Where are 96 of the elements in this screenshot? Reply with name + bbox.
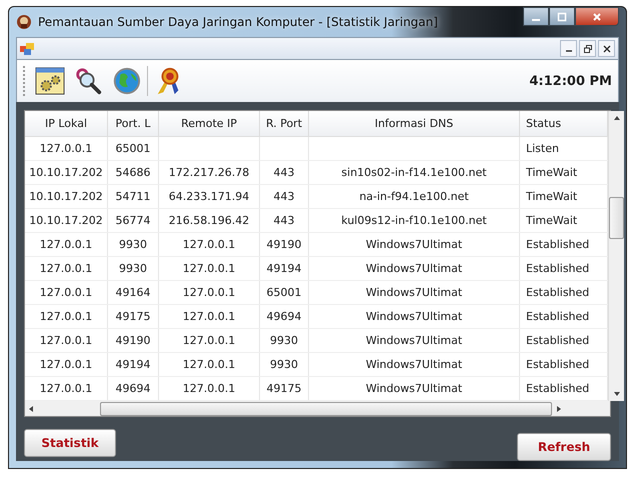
column-header[interactable]: R. Port [260, 111, 308, 136]
table-cell: 127.0.0.1 [40, 238, 92, 251]
table-cell: 49194 [266, 262, 302, 275]
table-cell: Established [526, 262, 590, 275]
maximize-icon [557, 12, 567, 22]
table-cell: TimeWait [526, 166, 578, 179]
table-cell: 127.0.0.1 [40, 286, 92, 299]
globe-icon [111, 66, 141, 96]
minimize-icon [532, 18, 540, 20]
table-cell: 64.233.171.94 [168, 190, 250, 203]
table-cell: 127.0.0.1 [182, 310, 236, 323]
restore-button[interactable] [579, 40, 596, 58]
minimize-icon [566, 50, 572, 52]
maximize-button[interactable] [549, 7, 575, 26]
table-cell: Windows7Ultimat [366, 334, 462, 347]
close-button[interactable] [575, 7, 619, 26]
table-cell: Established [526, 238, 590, 251]
table-cell: kul09s12-in-f10.1e100.net [341, 214, 487, 227]
table-cell: Windows7Ultimat [366, 286, 462, 299]
table-cell: sin10s02-in-f14.1e100.net [341, 166, 487, 179]
table-cell: 49190 [266, 238, 302, 251]
table-cell: 9930 [270, 334, 298, 347]
table-cell: 127.0.0.1 [40, 382, 92, 395]
table-cell: 49175 [116, 310, 150, 323]
window-icon [20, 42, 34, 55]
table-cell: Established [526, 358, 590, 371]
scroll-right-icon [556, 404, 562, 412]
table-cell: 56774 [116, 214, 150, 227]
table-cell: 127.0.0.1 [182, 358, 236, 371]
table-cell: 65001 [266, 286, 302, 299]
minimize-button[interactable] [523, 7, 549, 26]
table-cell: Windows7Ultimat [366, 358, 462, 371]
table-cell: 127.0.0.1 [40, 310, 92, 323]
column-header[interactable]: Status [520, 111, 608, 136]
table-cell: 49164 [116, 286, 150, 299]
column-header[interactable]: IP Lokal [25, 111, 108, 136]
table-cell: 9930 [270, 358, 298, 371]
table-cell: 127.0.0.1 [182, 382, 236, 395]
table-cell: Established [526, 286, 590, 299]
table-cell: 443 [274, 166, 294, 179]
close-icon [592, 12, 602, 22]
table-cell: Established [526, 382, 590, 395]
scroll-thumb[interactable] [100, 402, 552, 416]
table-cell: 127.0.0.1 [40, 262, 92, 275]
table-cell: Established [526, 334, 590, 347]
table-cell: 127.0.0.1 [182, 286, 236, 299]
scroll-thumb[interactable] [609, 197, 624, 239]
statistics-button[interactable]: Statistik [24, 429, 116, 457]
table-cell: 49190 [116, 334, 150, 347]
table-cell: 10.10.17.202 [29, 190, 103, 203]
table-cell: 127.0.0.1 [182, 334, 236, 347]
table-cell: 443 [274, 190, 294, 203]
column-header[interactable]: Port. L [108, 111, 158, 136]
table-cell: 49175 [266, 382, 302, 395]
gear-window-icon [35, 66, 65, 96]
scroll-up-icon [612, 115, 620, 121]
column-header[interactable]: Remote IP [158, 111, 260, 136]
table-cell: 172.217.26.78 [168, 166, 250, 179]
table-cell: TimeWait [526, 214, 578, 227]
table-cell: Established [526, 310, 590, 323]
table-cell: Windows7Ultimat [366, 262, 462, 275]
table-cell: 9930 [119, 238, 147, 251]
scroll-down-icon [612, 391, 620, 397]
table-cell: 216.58.196.42 [168, 214, 250, 227]
table-cell: 10.10.17.202 [29, 214, 103, 227]
table-cell: 65001 [116, 142, 150, 155]
table-cell: 127.0.0.1 [182, 262, 236, 275]
table-cell: 127.0.0.1 [40, 334, 92, 347]
table-cell: 9930 [119, 262, 147, 275]
scroll-left-icon [28, 404, 34, 412]
table-cell: 127.0.0.1 [40, 142, 92, 155]
table-cell: 443 [274, 214, 294, 227]
table-cell: Windows7Ultimat [366, 382, 462, 395]
table-cell: 127.0.0.1 [182, 238, 236, 251]
close-button[interactable] [598, 40, 615, 58]
table-cell: Listen [526, 142, 559, 155]
table-cell: na-in-f94.1e100.net [359, 190, 469, 203]
table-cell: 49694 [266, 310, 302, 323]
table-cell: Windows7Ultimat [366, 238, 462, 251]
clock-label: 4:12:00 PM [529, 74, 612, 89]
table-cell: 127.0.0.1 [40, 358, 92, 371]
restore-icon [584, 44, 592, 53]
table-cell: 49194 [116, 358, 150, 371]
refresh-button[interactable]: Refresh [517, 433, 611, 461]
table-cell: 10.10.17.202 [29, 166, 103, 179]
table-cell: 54711 [116, 190, 150, 203]
table-cell: 49694 [116, 382, 150, 395]
table-cell: 54686 [116, 166, 150, 179]
close-icon [602, 44, 610, 53]
table-cell: Windows7Ultimat [366, 310, 462, 323]
table-cell: TimeWait [526, 190, 578, 203]
window-title: Pemantauan Sumber Daya Jaringan Komputer - [Statistik Jaringan] [38, 14, 438, 29]
vertical-scrollbar[interactable] [608, 111, 624, 401]
app-icon [16, 14, 32, 30]
column-header[interactable]: Informasi DNS [308, 111, 520, 136]
horizontal-scrollbar[interactable] [25, 401, 610, 416]
